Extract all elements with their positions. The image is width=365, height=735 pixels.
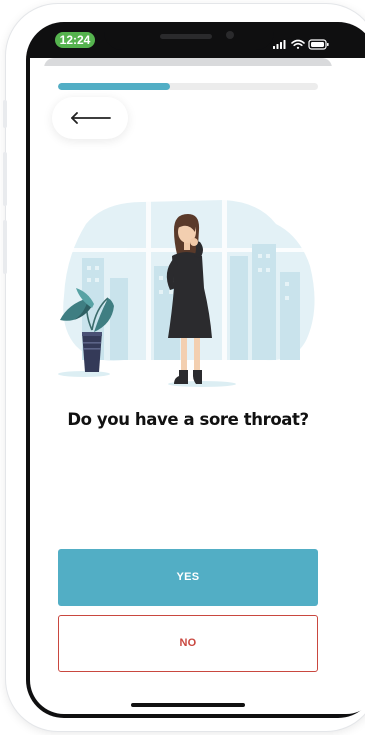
status-icons	[272, 36, 332, 50]
arrow-left-icon	[71, 112, 111, 124]
yes-button[interactable]: YES	[58, 549, 318, 606]
phone-side-button	[3, 152, 7, 206]
status-time: 12:24	[55, 32, 95, 48]
speaker-icon	[160, 34, 212, 39]
battery-icon	[308, 39, 329, 50]
progress-bar	[58, 83, 318, 90]
progress-fill	[58, 83, 170, 90]
camera-icon	[226, 31, 234, 39]
question-text: Do you have a sore throat?	[67, 410, 309, 429]
home-indicator[interactable]	[131, 703, 245, 707]
no-button[interactable]: NO	[58, 615, 318, 672]
app-page: 12:24 Do you have a sore throat? YES NO	[0, 0, 365, 735]
back-button[interactable]	[52, 97, 128, 139]
wifi-icon	[291, 39, 305, 49]
woman-holding-throat-illustration	[54, 196, 320, 394]
phone-side-button	[3, 100, 7, 128]
signal-icon	[273, 40, 286, 49]
phone-side-button	[3, 220, 7, 274]
